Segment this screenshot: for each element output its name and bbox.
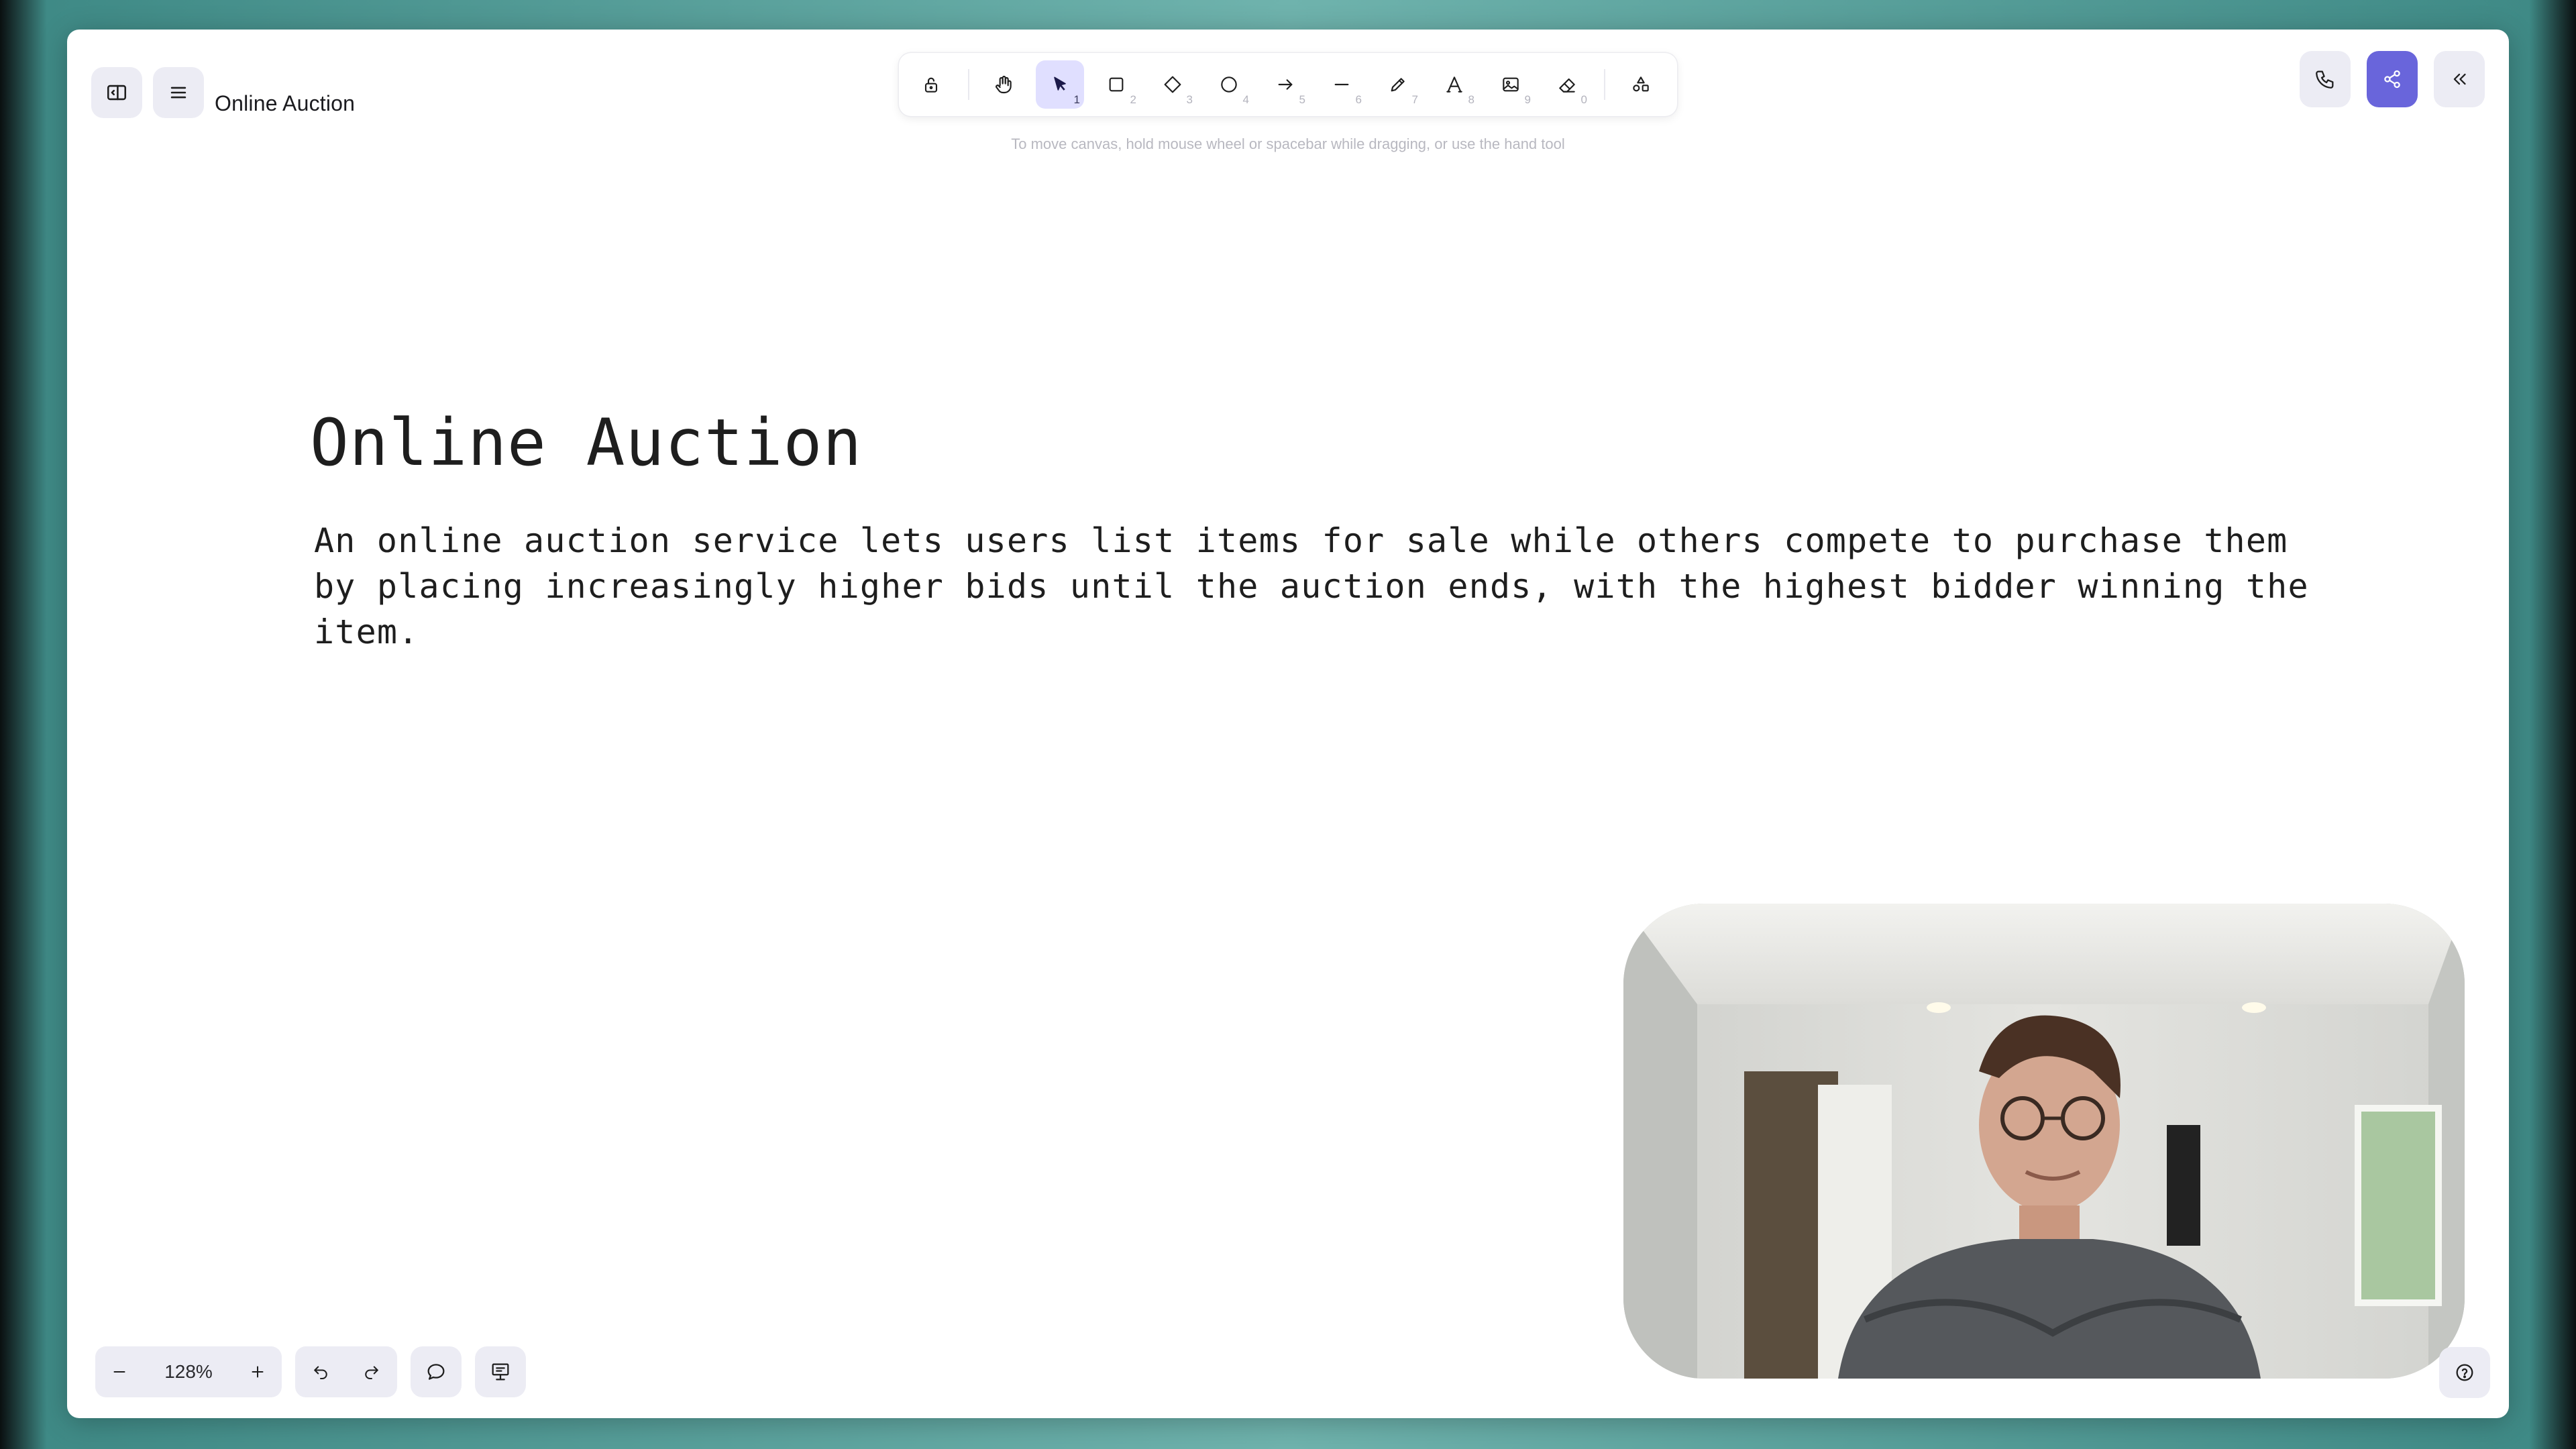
hamburger-menu-icon <box>170 87 186 99</box>
canvas-description-text[interactable]: An online auction service lets users lis… <box>314 518 2326 655</box>
toolbar-divider <box>968 69 969 100</box>
square-icon <box>1109 77 1124 92</box>
presentation-icon <box>492 1363 509 1381</box>
undo-icon <box>314 1366 327 1379</box>
history-controls <box>295 1346 397 1397</box>
share-icon <box>2384 70 2400 89</box>
tool-hand[interactable] <box>979 60 1028 109</box>
diamond-icon <box>1164 76 1181 93</box>
shortcut-key: 0 <box>1580 93 1587 106</box>
canvas-hint: To move canvas, hold mouse wheel or spac… <box>1011 136 1565 152</box>
collapse-sidebar-button[interactable] <box>2434 51 2485 107</box>
tool-image[interactable]: 9 <box>1487 60 1535 109</box>
main-menu-button[interactable] <box>153 67 204 118</box>
phone-icon <box>2316 70 2334 89</box>
zoom-in-button[interactable] <box>233 1346 282 1397</box>
zoom-level[interactable]: 128% <box>144 1361 233 1383</box>
document-title[interactable]: Online Auction <box>215 91 355 116</box>
shortcut-key: 6 <box>1355 93 1362 106</box>
tool-eraser[interactable]: 0 <box>1543 60 1591 109</box>
tool-diamond[interactable]: 3 <box>1148 60 1197 109</box>
text-icon <box>1446 76 1462 93</box>
undo-button[interactable] <box>295 1346 346 1397</box>
line-icon <box>1334 83 1349 86</box>
share-button[interactable] <box>2367 51 2418 107</box>
chevrons-left-icon <box>2453 73 2466 85</box>
lock-icon <box>924 77 938 93</box>
help-button[interactable] <box>2439 1347 2490 1398</box>
help-icon <box>2456 1364 2473 1381</box>
circle-icon <box>1221 76 1237 93</box>
shortcut-key: 4 <box>1242 93 1249 106</box>
eraser-icon <box>1559 78 1575 93</box>
hand-icon <box>996 75 1012 94</box>
redo-icon <box>365 1366 378 1379</box>
image-icon <box>1503 77 1519 92</box>
redo-button[interactable] <box>346 1346 397 1397</box>
canvas-heading-text[interactable]: Online Auction <box>310 405 862 480</box>
tool-lock[interactable] <box>907 60 955 109</box>
app-window: Online Auction 1 2 3 4 5 6 7 8 9 0 To mo… <box>67 30 2509 1418</box>
comment-icon <box>427 1364 445 1380</box>
shapes-icon <box>1633 76 1649 92</box>
tool-arrow[interactable]: 5 <box>1261 60 1309 109</box>
arrow-right-icon <box>1278 79 1293 90</box>
shortcut-key: 9 <box>1524 93 1531 106</box>
tool-rectangle[interactable]: 2 <box>1092 60 1140 109</box>
tool-ellipse[interactable]: 4 <box>1205 60 1253 109</box>
webcam-image <box>1623 904 2465 1379</box>
call-button[interactable] <box>2300 51 2351 107</box>
webcam-video-feed[interactable] <box>1623 904 2465 1379</box>
shortcut-key: 8 <box>1468 93 1474 106</box>
zoom-out-button[interactable] <box>95 1346 144 1397</box>
comments-button[interactable] <box>411 1346 462 1397</box>
plus-icon <box>252 1366 264 1378</box>
sidebar-toggle-button[interactable] <box>91 67 142 118</box>
pointer-icon <box>1054 76 1066 91</box>
shortcut-key: 7 <box>1411 93 1418 106</box>
presentation-button[interactable] <box>475 1346 526 1397</box>
shortcut-key: 3 <box>1186 93 1193 106</box>
shortcut-key: 5 <box>1299 93 1305 106</box>
tool-line[interactable]: 6 <box>1318 60 1366 109</box>
zoom-controls: 128% <box>95 1346 282 1397</box>
tool-selection[interactable]: 1 <box>1036 60 1084 109</box>
shortcut-key: 2 <box>1130 93 1136 106</box>
sidebar-icon <box>107 85 127 101</box>
tool-text[interactable]: 8 <box>1430 60 1479 109</box>
tool-more-shapes[interactable] <box>1617 60 1665 109</box>
toolbar-divider <box>1604 69 1605 100</box>
minus-icon <box>113 1371 125 1373</box>
shortcut-key: 1 <box>1073 93 1080 106</box>
shape-toolbar: 1 2 3 4 5 6 7 8 9 0 <box>899 53 1677 116</box>
tool-draw[interactable]: 7 <box>1374 60 1422 109</box>
pencil-icon <box>1391 78 1405 92</box>
